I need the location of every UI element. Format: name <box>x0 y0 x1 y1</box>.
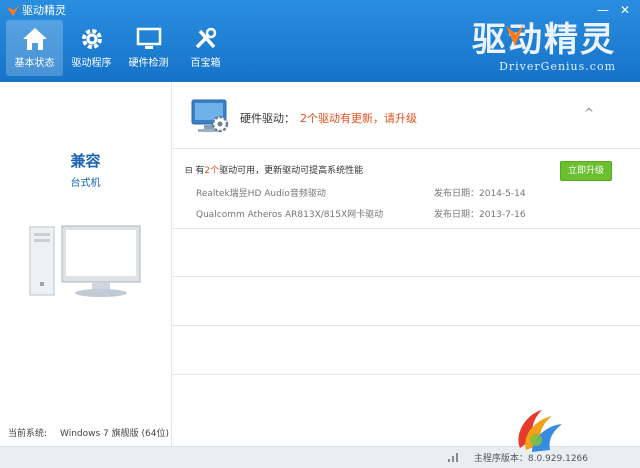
driver-summary: ⊟ 有2个驱动可用，更新驱动可提高系统性能 <box>185 163 363 176</box>
corner-swirl-logo-icon <box>518 410 562 452</box>
summary-count: 2个 <box>204 166 220 176</box>
app-title: 驱动精灵 <box>22 4 66 17</box>
hardware-update-status: 2个驱动有更新，请升级 <box>300 112 417 125</box>
system-panel: 兼容 台式机 当前系统: Windows 7 旗舰版 (64位) <box>0 82 172 446</box>
expand-toggle-icon[interactable]: ⊟ <box>185 166 195 176</box>
compatibility-status: 兼容 <box>70 152 101 170</box>
nav-hardware[interactable]: 硬件检测 <box>120 20 177 76</box>
os-value: Windows 7 旗舰版 (64位) <box>60 429 169 439</box>
gear-icon <box>81 29 102 49</box>
driver-name: Realtek瑞昱HD Audio音频驱动 <box>196 189 326 199</box>
signal-icon <box>448 453 458 462</box>
divider <box>172 228 640 229</box>
monitor-icon <box>136 27 161 49</box>
nav-label: 基本状态 <box>14 58 55 69</box>
brand-flame-icon <box>506 24 524 46</box>
hardware-panel: 硬件驱动： 2个驱动有更新，请升级 ^ ⊟ 有2个驱动可用，更新驱动可提高系统性… <box>172 82 640 446</box>
nav-toolbox[interactable]: 百宝箱 <box>177 20 234 76</box>
desktop-computer-icon <box>29 225 141 297</box>
nav-basic-status[interactable]: 基本状态 <box>6 20 63 76</box>
nav-label: 百宝箱 <box>190 58 221 69</box>
brand-logo: 驱动精灵 DriverGenius.com <box>466 20 616 78</box>
os-label: 当前系统: <box>8 429 48 439</box>
divider <box>172 325 640 326</box>
device-type: 台式机 <box>70 178 101 189</box>
driver-date: 发布日期：2013-7-16 <box>434 210 526 220</box>
upgrade-now-button[interactable]: 立即升级 <box>560 161 612 181</box>
driver-name: Qualcomm Atheros AR813X/815X网卡驱动 <box>196 210 384 220</box>
tools-icon <box>195 27 216 49</box>
home-icon <box>22 28 47 50</box>
brand-name-cn: 驱动精灵 <box>472 20 616 60</box>
main-nav: 基本状态 驱动程序 硬件检测 百宝箱 <box>6 20 234 76</box>
hardware-monitor-gear-icon <box>191 99 229 133</box>
collapse-icon[interactable]: ^ <box>584 106 594 120</box>
divider <box>172 276 640 277</box>
title-bar: 驱动精灵 — ✕ 基本状态 驱动程序 硬件检测 百宝箱 驱动精灵 DriverG… <box>0 0 640 82</box>
summary-suffix: 驱动可用，更新驱动可提高系统性能 <box>219 166 364 176</box>
nav-label: 硬件检测 <box>128 58 169 69</box>
divider <box>172 374 640 375</box>
nav-drivers[interactable]: 驱动程序 <box>63 20 120 76</box>
nav-label: 驱动程序 <box>71 58 112 69</box>
brand-name-en: DriverGenius.com <box>499 60 616 73</box>
close-button[interactable]: ✕ <box>614 2 636 18</box>
divider <box>172 148 640 149</box>
driver-date: 发布日期：2014-5-14 <box>434 189 526 199</box>
app-logo-icon <box>7 5 19 16</box>
hardware-driver-label: 硬件驱动： <box>240 112 295 125</box>
minimize-button[interactable]: — <box>592 2 614 18</box>
